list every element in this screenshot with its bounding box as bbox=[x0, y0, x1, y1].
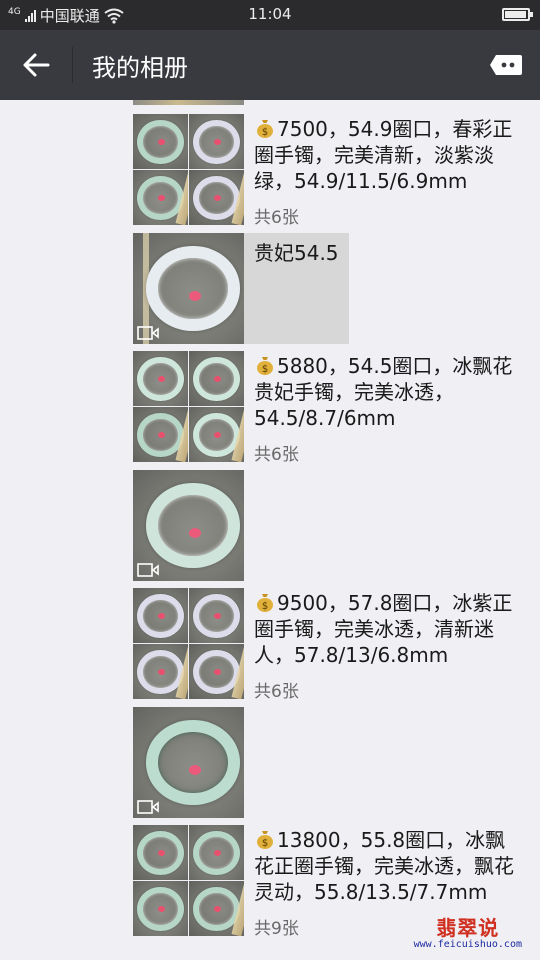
arrow-left-icon bbox=[23, 53, 50, 77]
photo-thumbnail[interactable] bbox=[189, 588, 244, 643]
photo-thumbnail[interactable] bbox=[189, 881, 244, 936]
more-button[interactable] bbox=[486, 50, 526, 80]
photo-grid[interactable] bbox=[133, 351, 244, 462]
photo-thumbnail[interactable] bbox=[133, 881, 188, 936]
video-thumbnail[interactable] bbox=[133, 470, 244, 581]
watermark-logo: 翡翠说 bbox=[436, 916, 500, 940]
money-bag-icon: $ bbox=[257, 594, 273, 612]
photo-count: 共6张 bbox=[254, 208, 299, 228]
photo-thumbnail[interactable] bbox=[133, 351, 188, 406]
previous-post-thumbnail[interactable] bbox=[133, 100, 244, 105]
video-thumbnail[interactable] bbox=[133, 233, 244, 344]
back-button[interactable] bbox=[14, 45, 58, 85]
status-bar: 4G 中国联通 11:04 bbox=[0, 0, 540, 30]
status-time: 11:04 bbox=[248, 5, 292, 23]
battery-level bbox=[505, 11, 526, 18]
photo-count: 共6张 bbox=[254, 682, 299, 702]
money-bag-icon: $ bbox=[257, 357, 273, 375]
svg-text:$: $ bbox=[262, 364, 268, 375]
more-dots-icon bbox=[490, 55, 522, 75]
photo-grid[interactable] bbox=[133, 825, 244, 936]
svg-text:$: $ bbox=[262, 127, 268, 138]
page-title: 我的相册 bbox=[92, 54, 188, 82]
photo-thumbnail[interactable] bbox=[133, 825, 188, 880]
watermark-url: www.feicuishuo.com bbox=[413, 939, 522, 950]
video-camera-icon bbox=[137, 563, 159, 577]
post-price: 7500 bbox=[277, 117, 328, 141]
photo-thumbnail[interactable] bbox=[189, 170, 244, 225]
money-bag-icon: $ bbox=[257, 831, 273, 849]
photo-thumbnail[interactable] bbox=[189, 825, 244, 880]
money-bag-icon: $ bbox=[257, 120, 273, 138]
photo-thumbnail[interactable] bbox=[133, 644, 188, 699]
photo-thumbnail[interactable] bbox=[133, 407, 188, 462]
photo-thumbnail[interactable] bbox=[189, 351, 244, 406]
photo-thumbnail[interactable] bbox=[133, 170, 188, 225]
svg-text:$: $ bbox=[262, 601, 268, 612]
post-price: 13800 bbox=[277, 828, 341, 852]
video-caption: 贵妃54.5 bbox=[254, 241, 339, 265]
video-camera-icon bbox=[137, 326, 159, 340]
photo-count: 共6张 bbox=[254, 445, 299, 465]
photo-thumbnail[interactable] bbox=[189, 114, 244, 169]
photo-thumbnail[interactable] bbox=[189, 644, 244, 699]
photo-thumbnail[interactable] bbox=[133, 588, 188, 643]
photo-grid[interactable] bbox=[133, 114, 244, 225]
post-description[interactable]: $13800，55.8圈口，冰飘花正圈手镯，完美冰透，飘花灵动，55.8/13.… bbox=[254, 827, 522, 905]
photo-thumbnail[interactable] bbox=[133, 114, 188, 169]
video-thumbnail[interactable] bbox=[133, 707, 244, 818]
video-camera-icon bbox=[137, 800, 159, 814]
post-price: 5880 bbox=[277, 354, 328, 378]
photo-count: 共9张 bbox=[254, 919, 299, 939]
photo-grid[interactable] bbox=[133, 588, 244, 699]
battery-icon bbox=[502, 8, 533, 21]
svg-text:$: $ bbox=[262, 838, 268, 849]
photo-thumbnail[interactable] bbox=[189, 407, 244, 462]
title-bar: 我的相册 bbox=[0, 30, 540, 100]
post-description[interactable]: $9500，57.8圈口，冰紫正圈手镯，完美冰透，清新迷人，57.8/13/6.… bbox=[254, 590, 522, 668]
album-feed[interactable]: $7500，54.9圈口，春彩正圈手镯，完美清新，淡紫淡绿，54.9/11.5/… bbox=[0, 100, 540, 960]
watermark: 翡翠说 www.feicuishuo.com bbox=[414, 912, 522, 950]
video-card[interactable]: 贵妃54.5 bbox=[133, 233, 349, 344]
post-description[interactable]: $5880，54.5圈口，冰飘花贵妃手镯，完美冰透，54.5/8.7/6mm bbox=[254, 353, 522, 431]
post-price: 9500 bbox=[277, 591, 328, 615]
post-description[interactable]: $7500，54.9圈口，春彩正圈手镯，完美清新，淡紫淡绿，54.9/11.5/… bbox=[254, 116, 522, 194]
title-divider bbox=[72, 47, 73, 83]
